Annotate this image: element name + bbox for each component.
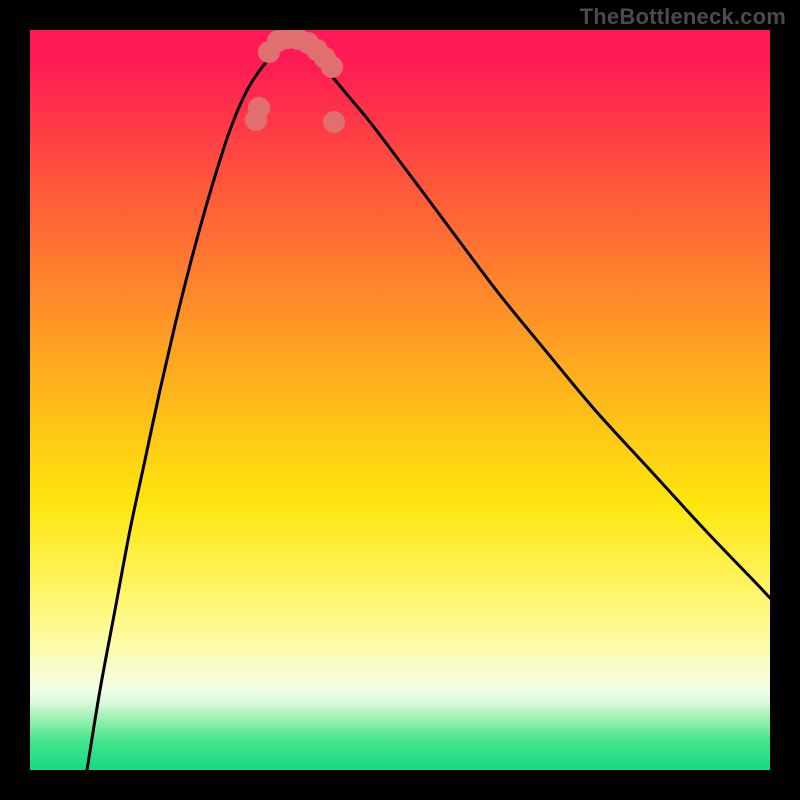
plot-area <box>30 30 770 770</box>
watermark-text: TheBottleneck.com <box>580 4 786 30</box>
chart-stage: TheBottleneck.com <box>0 0 800 800</box>
marker-dot <box>321 56 343 78</box>
marker-dot <box>323 111 345 133</box>
curve-markers <box>245 30 345 133</box>
markers-layer <box>30 30 770 770</box>
marker-dot <box>248 97 270 119</box>
